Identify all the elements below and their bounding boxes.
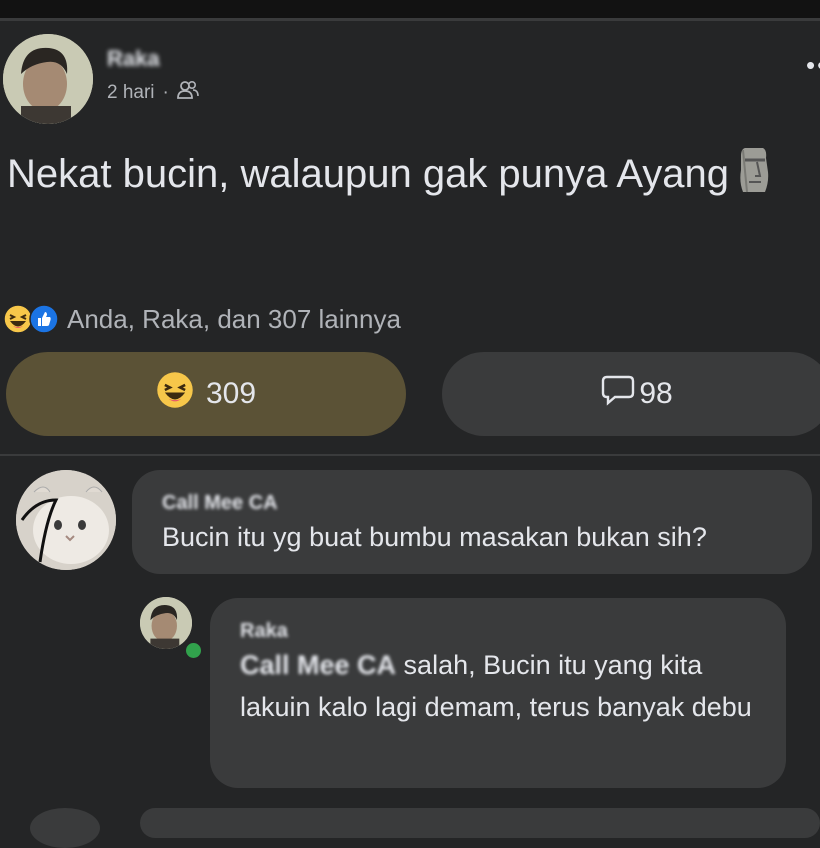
reply-bubble[interactable]: Raka Call Mee CA salah, Bucin itu yang k… xyxy=(210,598,786,788)
post-text: Nekat bucin, walaupun gak punya Ayang xyxy=(7,146,807,207)
author-name[interactable]: Raka xyxy=(107,46,160,72)
comment-button[interactable]: 98 xyxy=(442,352,820,436)
section-divider xyxy=(0,454,820,456)
reply-author-avatar[interactable] xyxy=(140,597,192,649)
next-comment-bubble xyxy=(140,808,820,838)
reaction-summary[interactable]: Anda, Raka, dan 307 lainnya xyxy=(3,302,401,336)
like-icon xyxy=(29,304,59,334)
reply-author[interactable]: Raka xyxy=(240,620,288,643)
reply-text: Call Mee CA salah, Bucin itu yang kita l… xyxy=(240,644,760,728)
post-time[interactable]: 2 hari xyxy=(107,82,155,104)
post-meta: 2 hari · xyxy=(107,80,199,106)
comment-count: 98 xyxy=(639,377,673,410)
reaction-summary-text: Anda, Raka, dan 307 lainnya xyxy=(67,303,401,334)
online-status-dot xyxy=(184,641,203,660)
comment-text: Bucin itu yg buat bumbu masakan bukan si… xyxy=(162,522,707,552)
comment-icon xyxy=(601,374,635,414)
author-avatar[interactable] xyxy=(3,34,93,124)
more-options-icon[interactable]: •• xyxy=(806,52,820,78)
post-body: Nekat bucin, walaupun gak punya Ayang xyxy=(7,152,730,197)
next-comment-avatar xyxy=(30,808,100,848)
haha-count: 309 xyxy=(205,377,257,410)
meta-separator: · xyxy=(162,82,169,103)
top-divider xyxy=(0,18,820,21)
haha-reaction-button[interactable]: 309 xyxy=(6,352,406,436)
haha-icon xyxy=(156,371,194,417)
moai-emoji-icon xyxy=(735,146,771,207)
status-bar xyxy=(0,0,820,18)
comment-bubble[interactable]: Call Mee CA Bucin itu yg buat bumbu masa… xyxy=(132,470,812,574)
reply-mention[interactable]: Call Mee CA xyxy=(240,650,396,680)
comment-author[interactable]: Call Mee CA xyxy=(162,492,278,515)
friends-icon xyxy=(176,80,199,106)
commenter-avatar[interactable] xyxy=(16,470,116,570)
